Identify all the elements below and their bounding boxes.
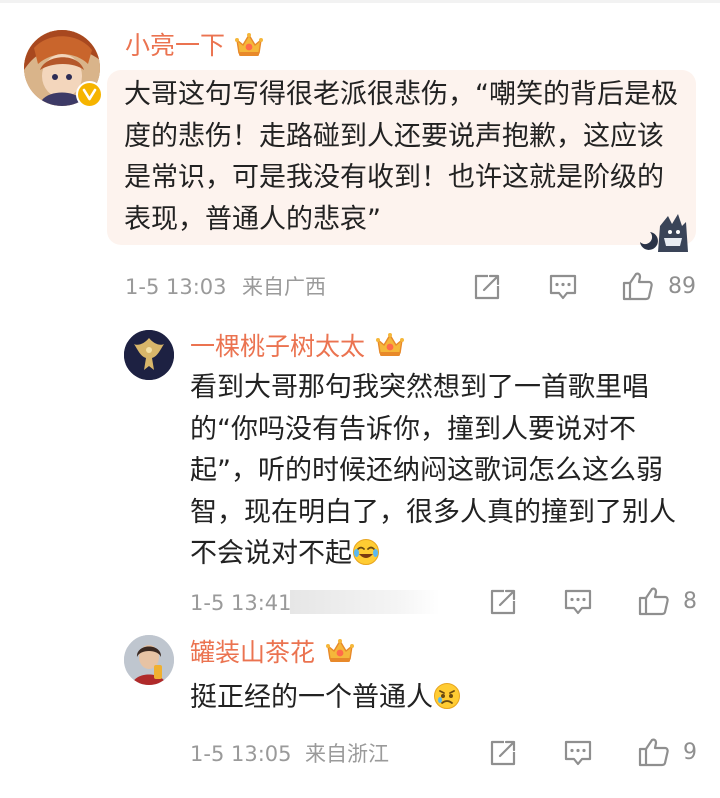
share-icon[interactable] <box>473 273 501 305</box>
like-count: 9 <box>683 740 697 765</box>
comment-text[interactable]: 挺正经的一个普通人 <box>190 677 680 719</box>
thumbs-up-icon[interactable] <box>622 271 654 305</box>
comment-time: 1-5 13:05 <box>190 742 292 766</box>
share-icon[interactable] <box>489 588 517 620</box>
thumbs-up-icon[interactable] <box>638 586 670 620</box>
comment-text[interactable]: 看到大哥那句我突然想到了一首歌里唱的“你吗没有告诉你，撞到人要说对不起”，听的时… <box>190 367 680 575</box>
comment-location: 来自浙江 <box>305 742 389 766</box>
like-count: 89 <box>668 274 696 299</box>
username[interactable]: 罐装山茶花 <box>190 636 315 670</box>
bubble-sticker <box>632 208 690 256</box>
blurred-location <box>290 590 440 614</box>
comment-text[interactable]: 大哥这句写得很老派很悲伤，“嘲笑的背后是极度的悲伤！走路碰到人还要说声抱歉，这应… <box>124 74 686 240</box>
username[interactable]: 小亮一下 <box>125 29 225 63</box>
avatar[interactable] <box>124 330 174 380</box>
comment-icon[interactable] <box>548 273 578 305</box>
vip-crown-icon <box>325 637 355 669</box>
avatar[interactable] <box>124 635 174 685</box>
comment-text-content: 看到大哥那句我突然想到了一首歌里唱的“你吗没有告诉你，撞到人要说对不起”，听的时… <box>190 372 676 569</box>
like-count: 8 <box>683 589 697 614</box>
username[interactable]: 一棵桃子树太太 <box>190 330 365 364</box>
comment-location: 来自广西 <box>242 275 326 299</box>
share-icon[interactable] <box>489 739 517 771</box>
top-divider <box>0 0 720 3</box>
comment-icon[interactable] <box>563 739 593 771</box>
laughing-crying-emoji <box>352 537 380 565</box>
vip-crown-icon <box>375 331 405 363</box>
comment-time: 1-5 13:03 <box>125 275 227 299</box>
comment-time: 1-5 13:41 <box>190 591 292 615</box>
verified-badge <box>76 81 103 108</box>
thumbs-up-icon[interactable] <box>638 737 670 771</box>
worried-emoji <box>433 681 461 709</box>
comment-icon[interactable] <box>563 588 593 620</box>
vip-crown-icon <box>234 31 264 63</box>
comment-text-content: 挺正经的一个普通人 <box>190 682 433 713</box>
